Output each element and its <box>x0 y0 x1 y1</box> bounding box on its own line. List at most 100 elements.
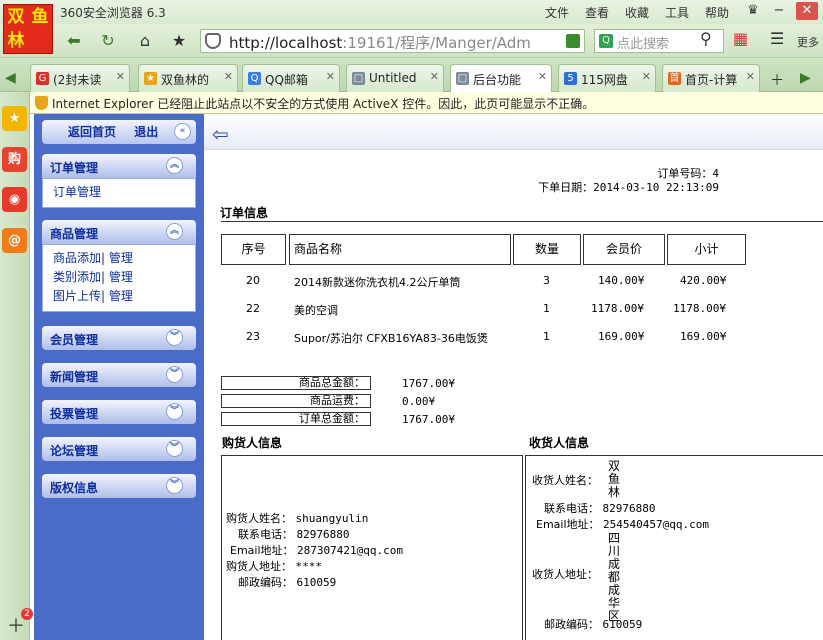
notification-badge: 2 <box>21 608 33 620</box>
goods-manage-link[interactable]: 管理 <box>109 251 133 265</box>
menu-goods-header[interactable]: 商品管理 ︽ <box>42 220 196 244</box>
menu-file[interactable]: 文件 <box>545 4 569 21</box>
close-icon[interactable]: ✕ <box>116 70 125 83</box>
menu-view[interactable]: 查看 <box>585 4 609 21</box>
new-tab-plus-icon[interactable]: ＋ <box>770 70 784 90</box>
order-total-label: 订单总金额： <box>221 412 371 426</box>
back-arrow-icon[interactable]: ⇦ <box>212 122 229 146</box>
table-row-price: 1178.00¥ <box>591 302 644 315</box>
menu-forum[interactable]: 论坛管理 ︾ <box>42 437 196 461</box>
close-icon[interactable]: ✕ <box>430 70 439 83</box>
chevron-down-icon[interactable]: ︾ <box>166 403 183 420</box>
tab-favicon: Q <box>248 72 261 85</box>
address-url[interactable]: http://localhost:19161/程序/Manger/Adm <box>229 32 531 53</box>
back-arrow-icon[interactable]: ⬅ <box>60 29 88 53</box>
tab-scroll-left-icon[interactable]: ◀ <box>5 70 16 86</box>
refresh-icon[interactable]: ↻ <box>94 29 122 53</box>
menu-icon[interactable]: ☰ <box>770 29 784 48</box>
buyer-phone: 82976880 <box>296 528 350 541</box>
close-icon[interactable]: ✕ <box>224 70 233 83</box>
buyer-panel: 购货人姓名： shuangyulin 联系电话： 82976880 Email地… <box>221 455 523 640</box>
search-icon[interactable]: ⚲ <box>700 29 712 48</box>
receiver-email: 254540457@qq.com <box>603 518 709 531</box>
close-icon[interactable]: ✕ <box>538 70 547 83</box>
tab-untitled[interactable]: □ Untitled ✕ <box>346 64 444 92</box>
chevron-down-icon[interactable]: ︾ <box>166 440 183 457</box>
favorite-star-icon[interactable]: ★ <box>165 29 193 53</box>
image-manage-link[interactable]: 管理 <box>109 289 133 303</box>
table-row-qty: 3 <box>543 274 550 287</box>
collapse-icon[interactable]: « <box>174 123 191 140</box>
chevron-down-icon[interactable]: ︾ <box>166 477 183 494</box>
order-meta: 订单号码：4 下单日期：2014-03-10 22:13:09 <box>538 167 719 195</box>
tab-mail-unread[interactable]: G (2封未读 ✕ <box>30 64 130 92</box>
goods-add-link[interactable]: 商品添加 <box>53 251 101 265</box>
tab-bar: ◀ G (2封未读 ✕ ★ 双鱼林的 ✕ Q QQ邮箱 ✕ □ Untitled ✕ □… <box>0 58 823 92</box>
minimize-button[interactable]: − <box>768 2 790 20</box>
tab-scroll-right-icon[interactable]: ▶ <box>800 70 811 86</box>
category-add-link[interactable]: 类别添加 <box>53 270 101 284</box>
buyer-address-row: 购货人地址： **** <box>226 560 322 573</box>
chevron-down-icon[interactable]: ︾ <box>166 366 183 383</box>
order-info-title: 订单信息 <box>220 206 269 220</box>
image-upload-link[interactable]: 图片上传 <box>53 289 101 303</box>
close-icon[interactable]: ✕ <box>642 70 651 83</box>
menu-vote[interactable]: 投票管理 ︾ <box>42 400 196 424</box>
close-icon[interactable]: ✕ <box>326 70 335 83</box>
address-bar[interactable]: http://localhost:19161/程序/Manger/Adm <box>200 29 585 53</box>
col-header-price: 会员价 <box>583 234 665 265</box>
col-header-name: 商品名称 <box>289 234 511 265</box>
order-date-row: 下单日期：2014-03-10 22:13:09 <box>538 181 719 194</box>
apps-grid-icon[interactable]: ▦ <box>733 29 748 48</box>
table-row-qty: 1 <box>543 302 550 315</box>
security-shield-icon[interactable] <box>205 33 221 49</box>
browser-toolbar: ⬅ ↻ ⌂ ★ http://localhost:19161/程序/Manger… <box>0 24 823 58</box>
home-icon[interactable]: ⌂ <box>131 29 159 53</box>
admin-topbar: 返回首页 退出 « <box>42 120 196 144</box>
tab-favicon: □ <box>352 72 365 85</box>
browser-sidebar: ★ 购 ◉ @ <box>0 92 30 640</box>
more-button[interactable]: 更多 <box>797 34 819 50</box>
close-window-button[interactable]: ✕ <box>796 2 818 20</box>
divider <box>221 221 823 222</box>
tab-homepage[interactable]: 首 首页-计算 ✕ <box>662 64 760 92</box>
favorites-star-icon[interactable]: ★ <box>2 106 27 131</box>
tab-favicon: □ <box>456 72 469 85</box>
shipping-label: 商品运费： <box>221 394 371 408</box>
menu-order-header[interactable]: 订单管理 ︽ <box>42 154 196 178</box>
buyer-email: 287307421@qq.com <box>297 544 403 557</box>
activex-infobar[interactable]: Internet Explorer 已经阻止此站点以不安全的方式使用 Activ… <box>30 92 823 114</box>
buyer-name: shuangyulin <box>295 512 369 525</box>
logout-link[interactable]: 退出 <box>134 125 158 139</box>
col-header-qty: 数量 <box>513 234 581 265</box>
menu-help[interactable]: 帮助 <box>705 4 729 21</box>
shopping-icon[interactable]: 购 <box>2 147 27 172</box>
category-manage-link[interactable]: 管理 <box>109 270 133 284</box>
tab-admin-active[interactable]: □ 后台功能 ✕ <box>450 64 552 92</box>
close-icon[interactable]: ✕ <box>746 70 755 83</box>
email-at-icon[interactable]: @ <box>2 228 27 253</box>
table-row-subtotal: 420.00¥ <box>680 274 727 287</box>
skin-icon[interactable]: ♛ <box>742 2 764 20</box>
tab-115-disk[interactable]: 5 115网盘 ✕ <box>558 64 656 92</box>
search-engine-icon[interactable]: Q <box>599 34 613 48</box>
tab-shuangyulin[interactable]: ★ 双鱼林的 ✕ <box>138 64 238 92</box>
menu-news[interactable]: 新闻管理 ︾ <box>42 363 196 387</box>
menu-favorites[interactable]: 收藏 <box>625 4 649 21</box>
chevron-up-icon[interactable]: ︽ <box>166 223 183 240</box>
home-link[interactable]: 返回首页 <box>68 125 116 139</box>
order-manage-link[interactable]: 订单管理 <box>53 185 101 199</box>
receiver-phone-row: 联系电话： 82976880 <box>544 502 656 515</box>
menu-tools[interactable]: 工具 <box>665 4 689 21</box>
chevron-down-icon[interactable]: ︾ <box>166 329 183 346</box>
receiver-name-label: 收货人姓名： <box>532 474 598 487</box>
search-placeholder[interactable]: 点此搜索 <box>617 33 669 52</box>
order-total-value: 1767.00¥ <box>402 413 455 426</box>
tab-qq-mail[interactable]: Q QQ邮箱 ✕ <box>242 64 340 92</box>
menu-member[interactable]: 会员管理 ︾ <box>42 326 196 350</box>
weibo-icon[interactable]: ◉ <box>2 187 27 212</box>
content-header: ⇦ <box>204 114 823 150</box>
menu-copyright[interactable]: 版权信息 ︾ <box>42 474 196 498</box>
ie-mode-icon[interactable] <box>566 34 580 48</box>
chevron-up-icon[interactable]: ︽ <box>166 157 183 174</box>
